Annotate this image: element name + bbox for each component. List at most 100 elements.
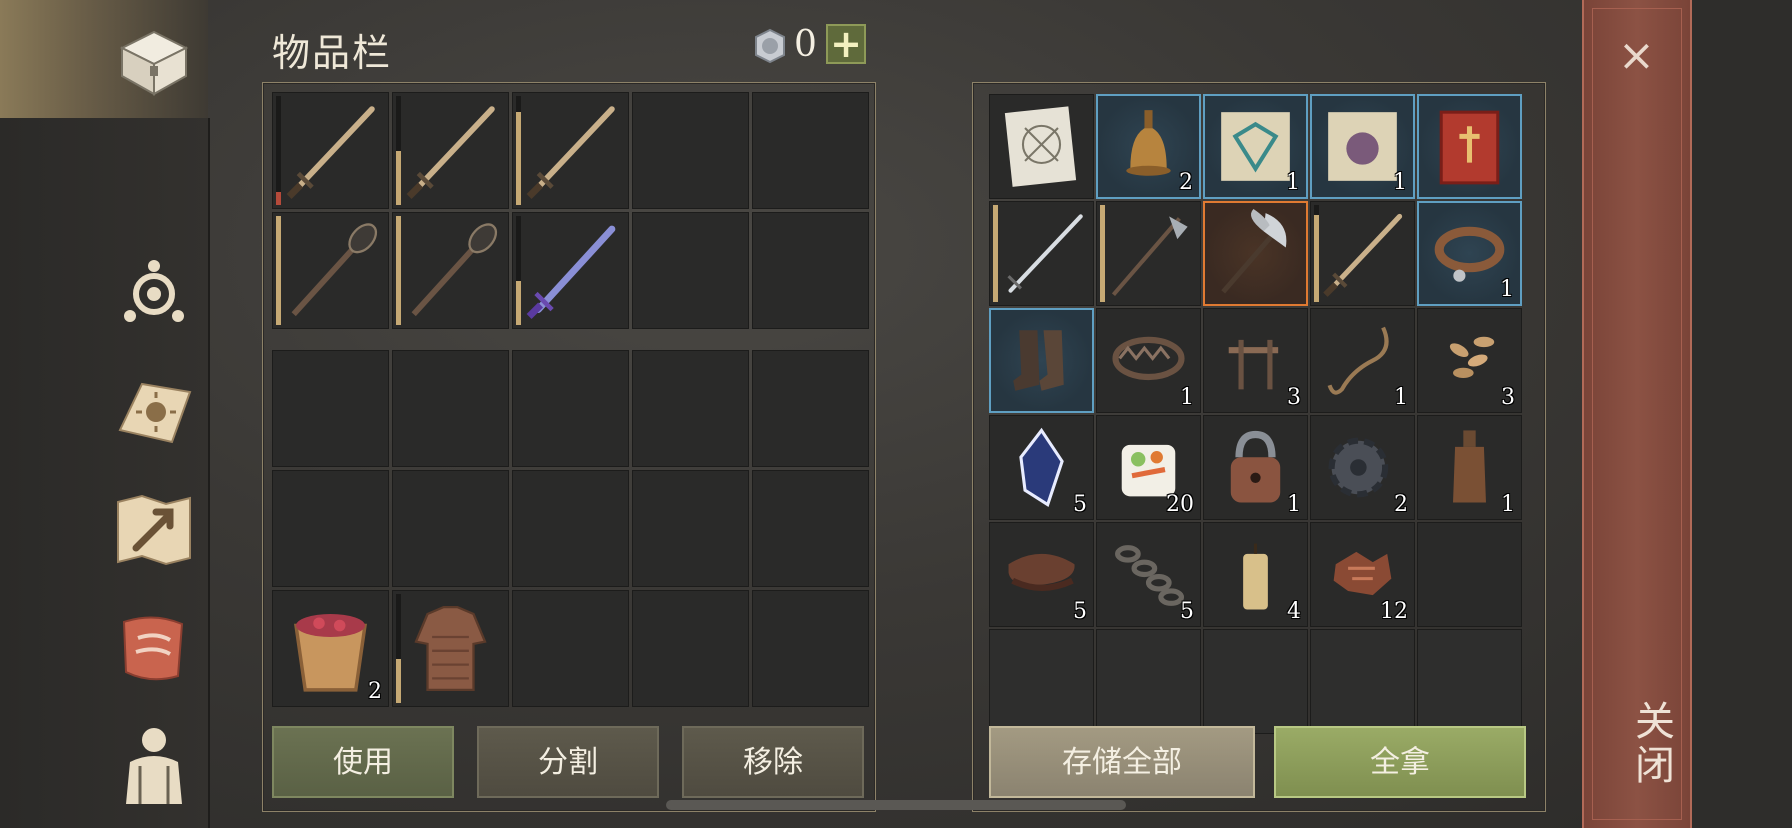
sword-icon [526, 106, 615, 199]
chest-icon[interactable] [112, 16, 196, 100]
silver-coin-icon [752, 28, 788, 64]
take-all-button[interactable]: 全拿 [1274, 726, 1526, 798]
durability-bar [516, 281, 521, 325]
bag-slot[interactable] [752, 590, 869, 707]
durability-bar [396, 659, 401, 703]
storage-slot[interactable]: 1 [1417, 201, 1522, 306]
item-quantity: 5 [1073, 492, 1087, 517]
bag-slot[interactable] [512, 590, 629, 707]
map-icon[interactable] [112, 488, 196, 572]
close-icon[interactable]: × [1618, 30, 1655, 81]
storage-slot[interactable] [989, 629, 1094, 734]
storage-slot[interactable]: 3 [1417, 308, 1522, 413]
item-quantity: 12 [1380, 599, 1408, 624]
bag-slot[interactable] [512, 470, 629, 587]
blueprint-icon [1004, 106, 1077, 187]
red-book-icon [1439, 110, 1500, 185]
storage-slot[interactable] [1096, 201, 1201, 306]
equipment-slot[interactable] [512, 92, 629, 209]
storage-slot[interactable]: 1 [1417, 415, 1522, 520]
storage-slot[interactable] [989, 94, 1094, 199]
storage-slot[interactable]: 5 [989, 415, 1094, 520]
bag-slot[interactable] [272, 350, 389, 467]
durability-bar [1100, 205, 1105, 302]
close-bar[interactable]: × 关闭 [1582, 0, 1692, 828]
equipment-slot[interactable] [752, 212, 869, 329]
equipment-slot[interactable] [632, 212, 749, 329]
halberd-icon [1111, 216, 1188, 297]
equipment-slot[interactable] [392, 92, 509, 209]
durability-bar [1314, 214, 1319, 302]
bag-slot[interactable] [272, 470, 389, 587]
item-quantity: 1 [1287, 492, 1301, 517]
bag-slot[interactable] [392, 590, 509, 707]
use-button[interactable]: 使用 [272, 726, 454, 798]
storage-slot[interactable]: 5 [989, 522, 1094, 627]
bag-slot[interactable] [632, 350, 749, 467]
storage-slot[interactable] [989, 201, 1094, 306]
equipment-slot[interactable] [272, 92, 389, 209]
equipment-slot[interactable] [632, 92, 749, 209]
bag-slot[interactable] [512, 350, 629, 467]
close-bar-frame [1592, 8, 1682, 820]
storage-slot[interactable] [1096, 629, 1201, 734]
add-currency-button[interactable]: + [826, 24, 866, 64]
item-quantity: 5 [1073, 599, 1087, 624]
durability-bar [276, 216, 281, 325]
equipment-slot[interactable] [392, 212, 509, 329]
bag-slot[interactable] [392, 470, 509, 587]
equipment-slot[interactable] [272, 212, 389, 329]
storage-slot[interactable]: 1 [1203, 94, 1308, 199]
sun-book-icon[interactable] [112, 370, 196, 454]
scrollbar[interactable] [666, 800, 1126, 810]
store-all-button[interactable]: 存储全部 [989, 726, 1255, 798]
scroll-icon[interactable] [112, 606, 196, 690]
bag-slot[interactable]: 2 [272, 590, 389, 707]
page-title: 物品栏 [272, 31, 393, 75]
item-quantity: 1 [1286, 170, 1300, 195]
bag-slot[interactable] [632, 470, 749, 587]
storage-slot[interactable]: 4 [1203, 522, 1308, 627]
item-quantity: 4 [1287, 599, 1301, 624]
equipment-slot[interactable] [512, 212, 629, 329]
storage-slot[interactable]: 1 [1203, 415, 1308, 520]
item-quantity: 5 [1180, 599, 1194, 624]
storage-slot[interactable]: 2 [1096, 94, 1201, 199]
storage-slot[interactable] [1310, 201, 1415, 306]
durability-bar [276, 191, 281, 205]
storage-slot[interactable]: 3 [1203, 308, 1308, 413]
item-quantity: 1 [1500, 277, 1514, 302]
durability-bar [993, 205, 998, 302]
close-label[interactable]: 关闭 [1622, 700, 1680, 788]
equipment-slot[interactable] [752, 92, 869, 209]
character-icon[interactable] [112, 722, 196, 806]
storage-slot[interactable]: 1 [1096, 308, 1201, 413]
item-quantity: 1 [1394, 385, 1408, 410]
bag-slot[interactable] [392, 350, 509, 467]
storage-slot[interactable] [1310, 629, 1415, 734]
storage-slot[interactable]: 2 [1310, 415, 1415, 520]
storage-slot[interactable]: 12 [1310, 522, 1415, 627]
storage-slot[interactable]: 1 [1310, 94, 1415, 199]
bag-slot[interactable] [752, 350, 869, 467]
remove-button[interactable]: 移除 [682, 726, 864, 798]
item-quantity: 2 [368, 679, 382, 704]
storage-slot[interactable] [1203, 201, 1308, 306]
storage-slot[interactable] [989, 308, 1094, 413]
storage-slot[interactable] [1417, 522, 1522, 627]
storage-slot[interactable] [1417, 629, 1522, 734]
storage-slot[interactable]: 20 [1096, 415, 1201, 520]
durability-bar [516, 112, 521, 205]
storage-slot[interactable]: 5 [1096, 522, 1201, 627]
skills-icon[interactable] [112, 252, 196, 336]
storage-slot[interactable] [1203, 629, 1308, 734]
storage-slot[interactable] [1417, 94, 1522, 199]
item-quantity: 2 [1394, 492, 1408, 517]
sword-icon [1323, 213, 1403, 297]
bag-slot[interactable] [632, 590, 749, 707]
item-quantity: 3 [1501, 385, 1515, 410]
storage-slot[interactable]: 1 [1310, 308, 1415, 413]
bag-slot[interactable] [752, 470, 869, 587]
split-button[interactable]: 分割 [477, 726, 659, 798]
storage-grid: 2 1 1 1 1 3 1 3 5 20 1 2 1 5 5 4 12 [989, 94, 1522, 734]
